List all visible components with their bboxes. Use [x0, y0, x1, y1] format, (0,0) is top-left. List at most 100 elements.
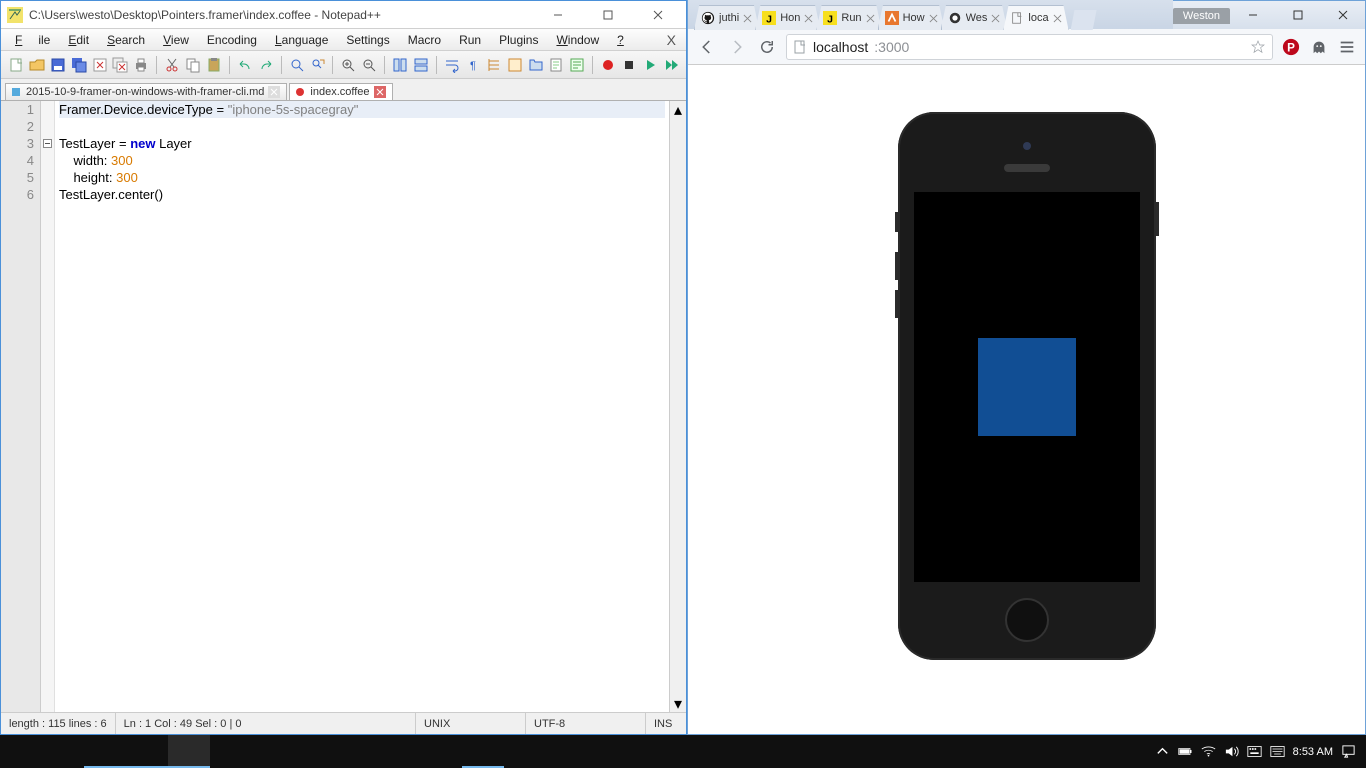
- zoom-in-icon[interactable]: [339, 56, 357, 74]
- taskbar[interactable]: AiN C:\ 8:53 AM: [0, 735, 1366, 768]
- fold-gutter[interactable]: [41, 101, 55, 712]
- chrome-titlebar[interactable]: juthiJHonJRunHowWesloca Weston: [688, 1, 1365, 29]
- paste-icon[interactable]: [205, 56, 223, 74]
- tab-close-icon[interactable]: [991, 14, 1000, 23]
- back-button[interactable]: [696, 36, 718, 58]
- scroll-down-icon[interactable]: ▾: [670, 695, 686, 712]
- document-tab[interactable]: index.coffee: [289, 83, 392, 100]
- menu-encoding[interactable]: Encoding: [199, 31, 265, 49]
- browser-tab[interactable]: Wes: [941, 5, 1008, 30]
- zoom-out-icon[interactable]: [360, 56, 378, 74]
- close-button[interactable]: [636, 1, 680, 29]
- replace-icon[interactable]: [309, 56, 327, 74]
- ime-icon[interactable]: [1247, 744, 1262, 759]
- browser-tab[interactable]: JHon: [755, 5, 820, 30]
- chrome-close-button[interactable]: [1320, 1, 1365, 29]
- editor[interactable]: 123456 Framer.Device.deviceType = "iphon…: [1, 101, 669, 712]
- forward-button[interactable]: [726, 36, 748, 58]
- taskbar-chrome[interactable]: [168, 735, 210, 768]
- undo-icon[interactable]: [236, 56, 254, 74]
- menu-window[interactable]: Window: [548, 31, 607, 49]
- taskbar-spotify[interactable]: [84, 735, 126, 768]
- tab-close-icon[interactable]: [268, 86, 280, 98]
- stop-macro-icon[interactable]: [620, 56, 638, 74]
- vertical-scrollbar[interactable]: ▴ ▾: [669, 101, 686, 712]
- menu-language[interactable]: Language: [267, 31, 336, 49]
- test-layer[interactable]: [978, 338, 1076, 436]
- folder-tree-icon[interactable]: [527, 56, 545, 74]
- touch-keyboard-icon[interactable]: [1270, 744, 1285, 759]
- taskbar-file-explorer[interactable]: [126, 735, 168, 768]
- print-icon[interactable]: [132, 56, 150, 74]
- tab-close-icon[interactable]: [1053, 14, 1062, 23]
- document-tab[interactable]: 2015-10-9-framer-on-windows-with-framer-…: [5, 83, 287, 100]
- browser-tab[interactable]: JRun: [816, 5, 881, 30]
- action-center-icon[interactable]: [1341, 744, 1356, 759]
- code-area[interactable]: Framer.Device.deviceType = "iphone-5s-sp…: [55, 101, 669, 712]
- taskbar-onenote[interactable]: N: [336, 735, 378, 768]
- taskbar-todo[interactable]: [504, 735, 546, 768]
- redo-icon[interactable]: [257, 56, 275, 74]
- show-all-icon[interactable]: ¶: [464, 56, 482, 74]
- close-all-icon[interactable]: [111, 56, 129, 74]
- doc-map-icon[interactable]: [547, 56, 565, 74]
- system-tray[interactable]: 8:53 AM: [1145, 735, 1366, 768]
- tab-close-icon[interactable]: [743, 14, 752, 23]
- browser-tab[interactable]: loca: [1003, 5, 1068, 30]
- new-file-icon[interactable]: [7, 56, 25, 74]
- menu-edit[interactable]: Edit: [60, 31, 97, 49]
- record-macro-icon[interactable]: [599, 56, 617, 74]
- sync-v-icon[interactable]: [391, 56, 409, 74]
- maximize-button[interactable]: [586, 1, 630, 29]
- fold-toggle-icon[interactable]: [43, 139, 52, 148]
- new-tab-button[interactable]: [1071, 10, 1097, 30]
- taskbar-calculator[interactable]: [420, 735, 462, 768]
- scroll-up-icon[interactable]: ▴: [670, 101, 686, 118]
- profile-badge[interactable]: Weston: [1173, 8, 1230, 24]
- taskbar-trello[interactable]: [210, 735, 252, 768]
- taskbar-terminal[interactable]: [378, 735, 420, 768]
- save-icon[interactable]: [49, 56, 67, 74]
- cut-icon[interactable]: [163, 56, 181, 74]
- battery-icon[interactable]: [1178, 744, 1193, 759]
- ghostery-icon[interactable]: [1309, 37, 1329, 57]
- tab-close-icon[interactable]: [929, 14, 938, 23]
- lang-udl-icon[interactable]: [506, 56, 524, 74]
- device-home-button[interactable]: [1005, 598, 1049, 642]
- reload-button[interactable]: [756, 36, 778, 58]
- menu-plugins[interactable]: Plugins: [491, 31, 546, 49]
- chrome-maximize-button[interactable]: [1275, 1, 1320, 29]
- tab-close-icon[interactable]: [866, 14, 875, 23]
- titlebar[interactable]: C:\Users\westo\Desktop\Pointers.framer\i…: [1, 1, 686, 29]
- find-icon[interactable]: [288, 56, 306, 74]
- play-macro-icon[interactable]: [641, 56, 659, 74]
- close-icon[interactable]: [91, 56, 109, 74]
- minimize-button[interactable]: [536, 1, 580, 29]
- taskbar-visual-studio[interactable]: [252, 735, 294, 768]
- omnibox[interactable]: localhost:3000: [786, 34, 1273, 60]
- tab-close-icon[interactable]: [804, 14, 813, 23]
- menu-settings[interactable]: Settings: [338, 31, 397, 49]
- chrome-menu-icon[interactable]: [1337, 37, 1357, 57]
- func-list-icon[interactable]: [568, 56, 586, 74]
- browser-tab[interactable]: How: [878, 5, 945, 30]
- play-multi-icon[interactable]: [662, 56, 680, 74]
- menu-view[interactable]: View: [155, 31, 197, 49]
- taskbar-start[interactable]: [0, 735, 42, 768]
- taskbar-cmd[interactable]: C:\: [462, 735, 504, 768]
- menu-macro[interactable]: Macro: [400, 31, 449, 49]
- taskbar-illustrator[interactable]: Ai: [294, 735, 336, 768]
- taskbar-taskview[interactable]: [42, 735, 84, 768]
- pinterest-icon[interactable]: P: [1281, 37, 1301, 57]
- device-screen[interactable]: [914, 192, 1140, 582]
- tray-chevron-up-icon[interactable]: [1155, 744, 1170, 759]
- menu-file[interactable]: File: [7, 31, 58, 49]
- page-viewport[interactable]: [688, 65, 1365, 734]
- volume-icon[interactable]: [1224, 744, 1239, 759]
- copy-icon[interactable]: [184, 56, 202, 74]
- taskbar-outlook[interactable]: [546, 735, 588, 768]
- word-wrap-icon[interactable]: [443, 56, 461, 74]
- bookmark-star-icon[interactable]: [1250, 39, 1266, 55]
- menu-run[interactable]: Run: [451, 31, 489, 49]
- sync-h-icon[interactable]: [412, 56, 430, 74]
